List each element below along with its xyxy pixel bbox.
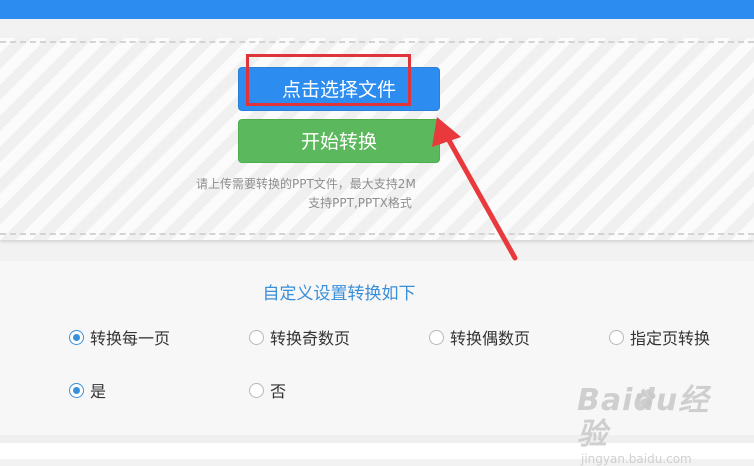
radio-checked-icon[interactable] <box>69 329 84 345</box>
radio-checked-icon[interactable] <box>69 382 84 398</box>
radio-unchecked-icon[interactable] <box>249 382 264 398</box>
radio-unchecked-icon[interactable] <box>609 329 624 345</box>
top-header-bar <box>0 0 754 19</box>
radio-label: 转换奇数页 <box>270 329 351 348</box>
dropzone-top-border <box>0 41 754 43</box>
next-section-card <box>0 443 754 459</box>
start-convert-button[interactable]: 开始转换 <box>238 119 440 163</box>
radio-no[interactable]: 否 <box>249 379 286 401</box>
upload-hint-size: 请上传需要转换的PPT文件，最大支持2M <box>196 177 416 191</box>
upload-dropzone[interactable]: 点击选择文件 开始转换 请上传需要转换的PPT文件，最大支持2M 支持PPT,P… <box>0 38 754 240</box>
radio-unchecked-icon[interactable] <box>429 329 444 345</box>
dropzone-bottom-border <box>0 233 754 235</box>
radio-convert-every-page[interactable]: 转换每一页 <box>69 326 170 348</box>
radio-label: 是 <box>90 382 107 401</box>
settings-panel: 自定义设置转换如下 转换每一页 转换奇数页 转换偶数页 指定页转换 是 否 <box>0 261 754 435</box>
settings-title: 自定义设置转换如下 <box>262 284 416 304</box>
radio-label: 指定页转换 <box>630 329 711 348</box>
radio-unchecked-icon[interactable] <box>249 329 264 345</box>
radio-convert-odd-pages[interactable]: 转换奇数页 <box>249 326 350 348</box>
radio-convert-specified-pages[interactable]: 指定页转换 <box>609 326 710 348</box>
radio-convert-even-pages[interactable]: 转换偶数页 <box>429 326 530 348</box>
upload-hint-format: 支持PPT,PPTX格式 <box>308 196 412 210</box>
select-file-button[interactable]: 点击选择文件 <box>238 67 440 111</box>
radio-label: 转换每一页 <box>90 329 171 348</box>
radio-yes[interactable]: 是 <box>69 379 106 401</box>
radio-label: 转换偶数页 <box>450 329 531 348</box>
radio-label: 否 <box>270 382 287 401</box>
